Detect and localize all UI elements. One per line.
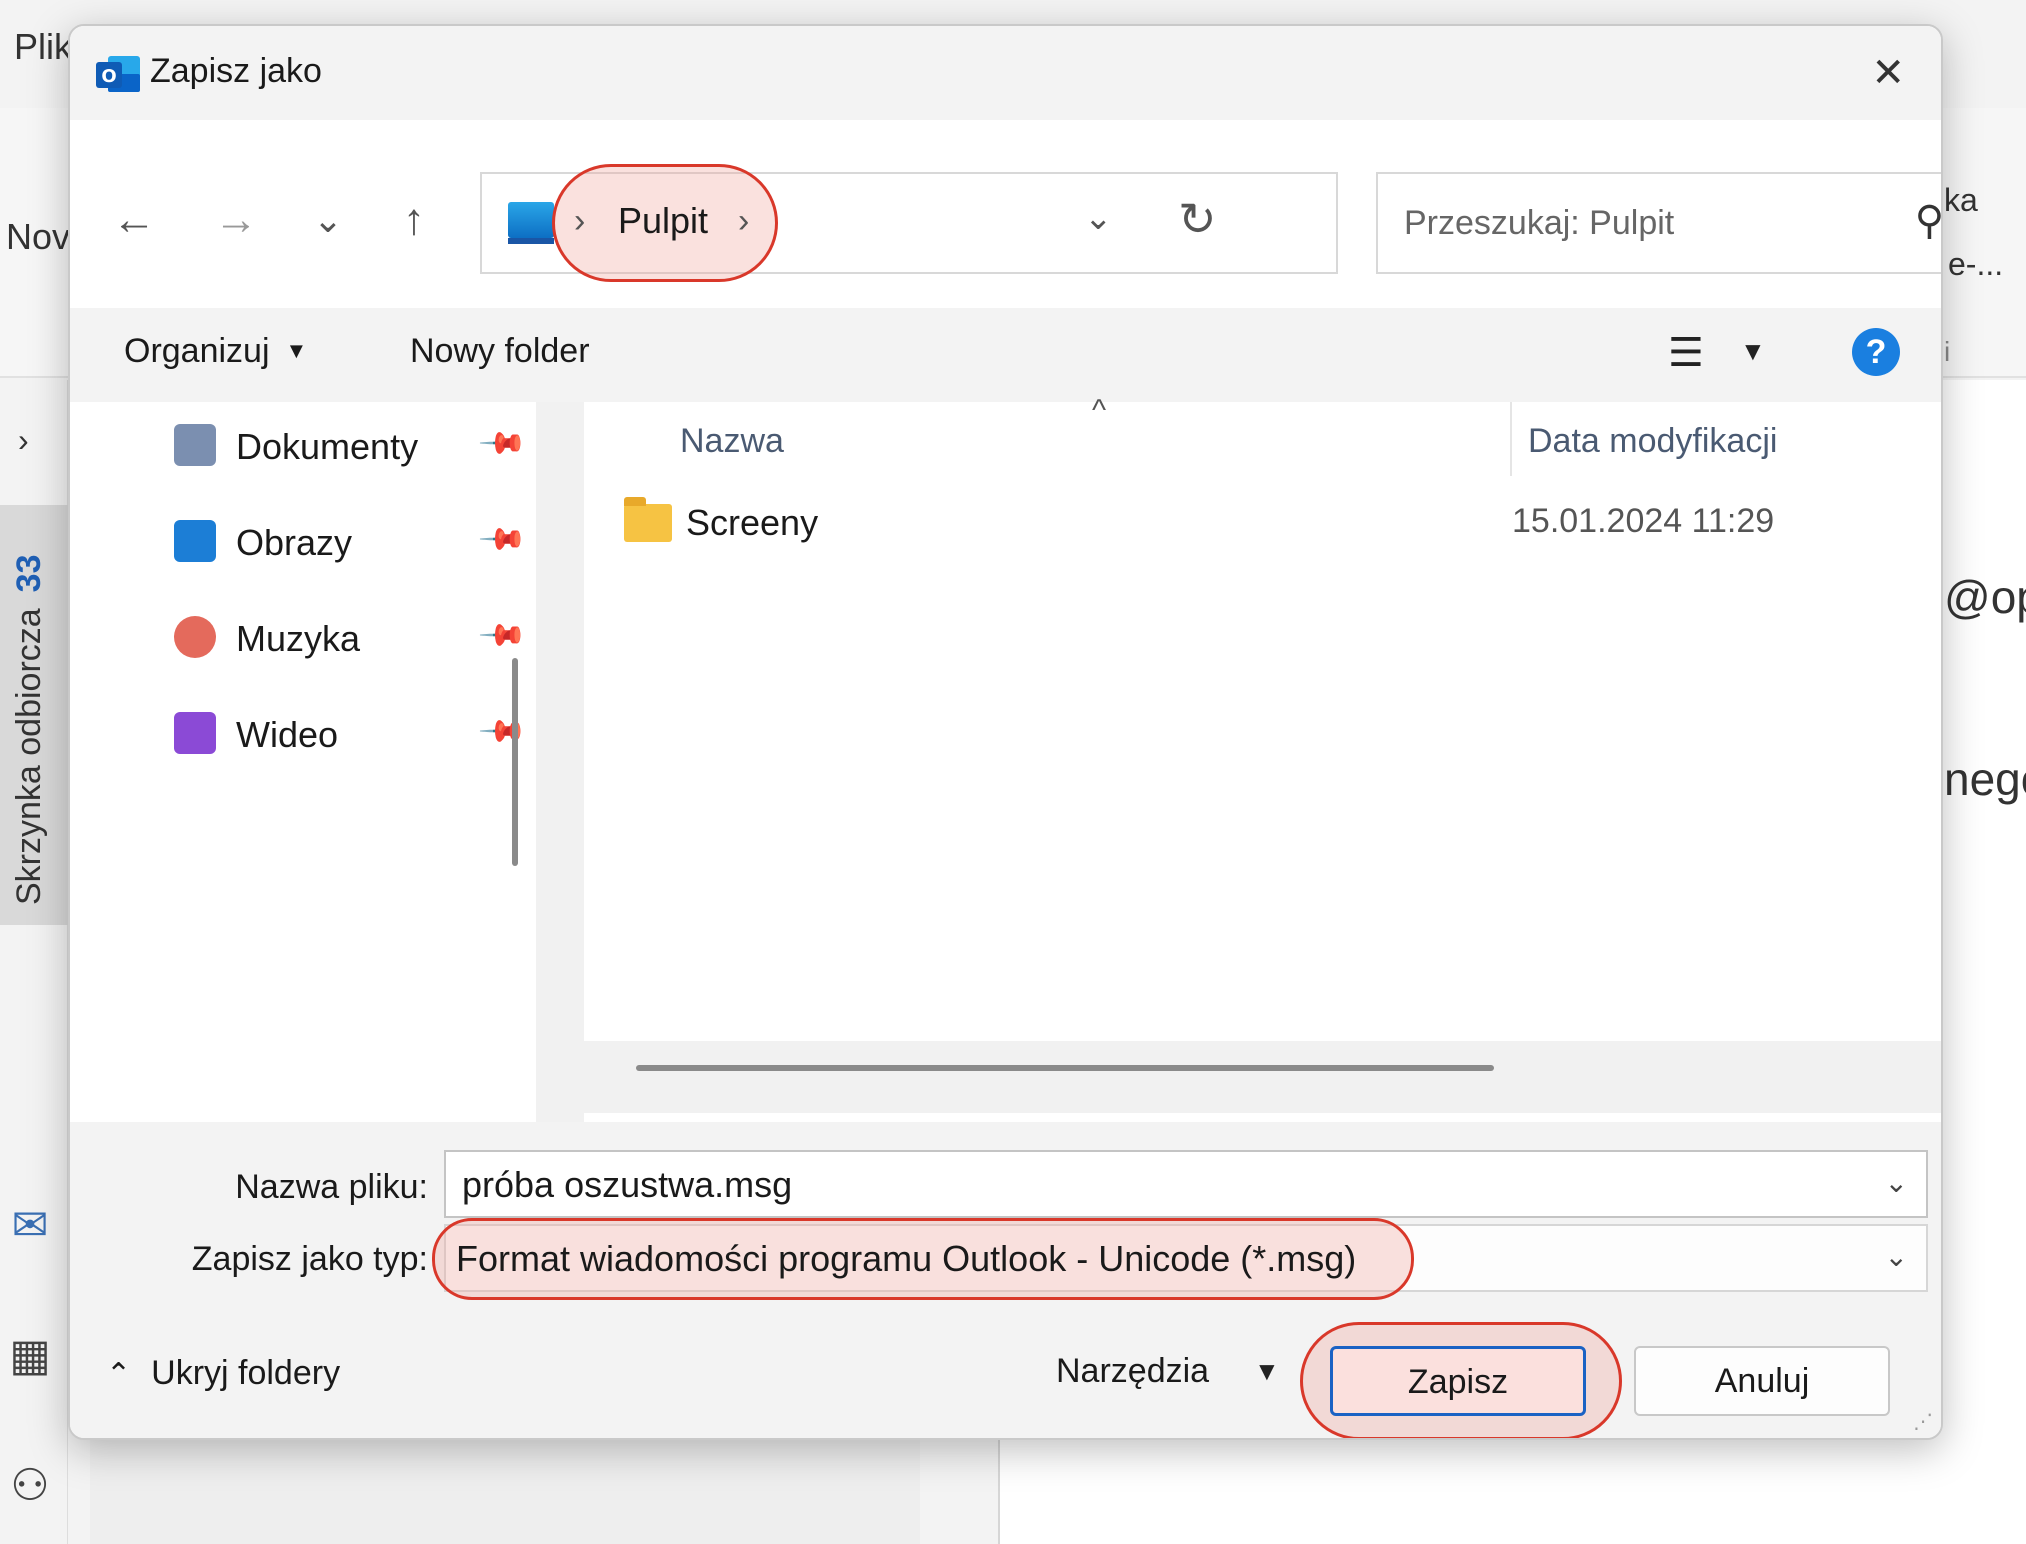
pictures-icon <box>174 520 216 562</box>
quick-access-obrazy[interactable]: Obrazy 📌 <box>174 508 528 578</box>
pane-splitter[interactable] <box>536 402 584 1122</box>
reading-text-fragment: nego <box>1944 753 2026 805</box>
navigation-bar: ← → ⌄ ↑ › Pulpit › ⌄ ↻ Przeszukaj: Pulpi… <box>70 120 1941 308</box>
quick-access-label: Dokumenty <box>236 426 419 467</box>
hide-folders-button[interactable]: ⌃ Ukryj foldery <box>106 1354 340 1393</box>
filename-field[interactable]: próba oszustwa.msg ⌄ <box>444 1150 1928 1218</box>
ribbon-right-label-1: ka <box>1944 182 1978 218</box>
mail-icon[interactable]: ✉ <box>0 1200 60 1251</box>
navigation-pane: Dokumenty 📌 Obrazy 📌 Muzyka 📌 Wideo 📌 <box>70 402 536 1122</box>
menu-plik[interactable]: Plik <box>14 26 72 68</box>
dialog-footer: ⌃ Ukryj foldery Narzędzia ▼ Zapisz Anuluj… <box>70 1312 1941 1438</box>
quick-access-dokumenty[interactable]: Dokumenty 📌 <box>174 412 528 482</box>
expand-chevron-icon[interactable]: › <box>18 422 29 459</box>
desktop-icon <box>508 202 554 244</box>
pin-icon[interactable]: 📌 <box>477 706 528 757</box>
pin-icon[interactable]: 📌 <box>477 418 528 469</box>
document-icon <box>174 424 216 466</box>
help-icon[interactable]: ? <box>1852 328 1900 376</box>
sort-ascending-icon: ^ <box>1092 394 1107 427</box>
save-type-dropdown-icon[interactable]: ⌄ <box>1885 1240 1908 1273</box>
up-arrow-icon[interactable]: ↑ <box>384 190 444 250</box>
file-row-screeny[interactable]: Screeny 15.01.2024 11:29 <box>624 494 1924 564</box>
refresh-icon[interactable]: ↻ <box>1178 192 1217 246</box>
organize-caret-icon: ▼ <box>285 338 308 363</box>
breadcrumb-separator-icon[interactable]: › <box>574 202 585 241</box>
file-list: Nazwa ^ Data modyfikacji Screeny 15.01.2… <box>584 394 1941 1057</box>
back-arrow-icon[interactable]: ← <box>104 190 164 250</box>
save-type-select[interactable]: Format wiadomości programu Outlook - Uni… <box>432 1218 1928 1300</box>
people-icon[interactable]: ⚇ <box>0 1460 60 1511</box>
breadcrumb-chevron-icon[interactable]: › <box>738 202 749 241</box>
search-icon[interactable]: ⚲ <box>1915 198 1941 244</box>
address-bar[interactable]: › Pulpit › ⌄ ↻ <box>480 164 1338 282</box>
nav-pane-scrollbar[interactable] <box>512 658 518 866</box>
save-button[interactable]: Zapisz <box>1330 1346 1586 1416</box>
dialog-title: Zapisz jako <box>150 52 322 90</box>
horizontal-scrollbar-thumb[interactable] <box>636 1065 1494 1071</box>
save-form: Nazwa pliku: próba oszustwa.msg ⌄ Zapisz… <box>70 1122 1941 1312</box>
quick-access-wideo[interactable]: Wideo 📌 <box>174 700 528 770</box>
quick-access-muzyka[interactable]: Muzyka 📌 <box>174 604 528 674</box>
inbox-vertical-label: Skrzynka odbiorcza33 <box>10 554 48 905</box>
breadcrumb-pulpit[interactable]: Pulpit <box>618 200 708 242</box>
calendar-icon[interactable]: ▦ <box>0 1330 60 1381</box>
hide-folders-label: Ukryj foldery <box>151 1354 341 1392</box>
column-header-name[interactable]: Nazwa <box>680 422 784 461</box>
organize-menu-button[interactable]: Organizuj ▼ <box>124 332 307 371</box>
quick-access-label: Muzyka <box>236 618 361 659</box>
resize-grip-icon[interactable]: ⋰ <box>1913 1409 1933 1434</box>
organize-label: Organizuj <box>124 332 270 370</box>
filename-value: próba oszustwa.msg <box>462 1164 793 1205</box>
view-caret-icon[interactable]: ▼ <box>1740 336 1766 367</box>
file-date: 15.01.2024 11:29 <box>1512 502 1775 540</box>
file-name: Screeny <box>686 502 819 543</box>
view-list-icon[interactable]: ☰ <box>1668 330 1704 376</box>
address-dropdown-icon[interactable]: ⌄ <box>1084 198 1113 238</box>
command-toolbar: Organizuj ▼ Nowy folder ☰ ▼ ? <box>70 308 1941 402</box>
dialog-titlebar: O Zapisz jako ✕ <box>70 26 1941 120</box>
outlook-app-icon: O <box>96 56 140 92</box>
cancel-button[interactable]: Anuluj <box>1634 1346 1890 1416</box>
tools-caret-icon[interactable]: ▼ <box>1254 1356 1280 1387</box>
column-divider[interactable] <box>1510 402 1512 476</box>
folder-icon <box>624 497 672 542</box>
search-input[interactable]: Przeszukaj: Pulpit ⚲ <box>1376 172 1941 274</box>
search-placeholder: Przeszukaj: Pulpit <box>1404 204 1675 242</box>
save-as-dialog: O Zapisz jako ✕ ← → ⌄ ↑ › Pulpit › ⌄ ↻ P… <box>68 24 1943 1440</box>
svg-text:O: O <box>101 66 116 87</box>
tools-menu-button[interactable]: Narzędzia <box>1056 1352 1209 1391</box>
save-type-label: Zapisz jako typ: <box>191 1240 428 1278</box>
save-type-value: Format wiadomości programu Outlook - Uni… <box>456 1238 1357 1279</box>
music-icon <box>174 616 216 658</box>
ribbon-right-label-3: i <box>1944 336 1951 367</box>
reading-email-fragment: @op. <box>1944 571 2026 623</box>
horizontal-scrollbar[interactable] <box>584 1041 1941 1113</box>
quick-access-label: Obrazy <box>236 522 353 563</box>
pin-icon[interactable]: 📌 <box>477 514 528 565</box>
filename-label: Nazwa pliku: <box>235 1168 428 1206</box>
filename-dropdown-icon[interactable]: ⌄ <box>1885 1166 1908 1199</box>
ribbon-right-label-2: e-... <box>1948 246 2004 282</box>
pin-icon[interactable]: 📌 <box>477 610 528 661</box>
new-folder-button[interactable]: Nowy folder <box>410 332 590 371</box>
chevron-up-icon: ⌃ <box>106 1358 132 1391</box>
recent-locations-chevron-icon[interactable]: ⌄ <box>298 190 358 250</box>
video-icon <box>174 712 216 754</box>
column-header-date[interactable]: Data modyfikacji <box>1528 422 1777 461</box>
close-icon[interactable]: ✕ <box>1871 50 1905 96</box>
forward-arrow-icon[interactable]: → <box>206 190 266 250</box>
ribbon-new-button[interactable]: Nov <box>6 216 70 258</box>
quick-access-label: Wideo <box>236 714 339 755</box>
